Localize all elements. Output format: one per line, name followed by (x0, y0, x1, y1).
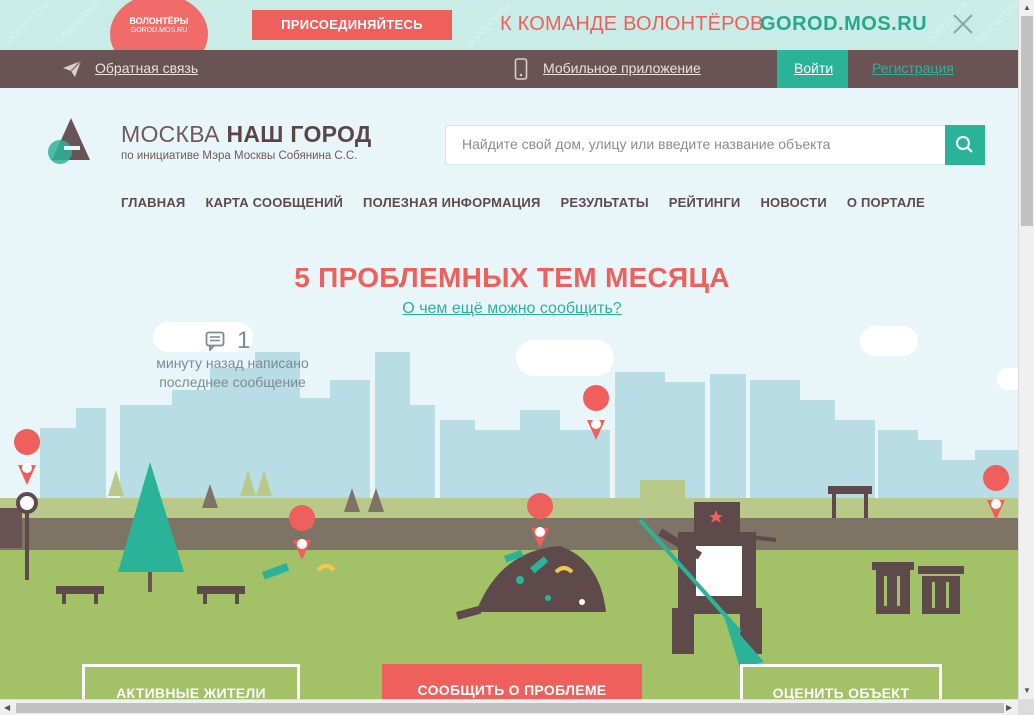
search-box (445, 125, 985, 165)
scroll-right-icon[interactable]: ▶ (1006, 703, 1012, 712)
site-subtitle: по инициативе Мэра Москвы Собянина С.С. (121, 150, 358, 162)
mobile-app-link[interactable]: Мобильное приложение (543, 60, 701, 76)
nav-item-useful-info[interactable]: ПОЛЕЗНАЯ ИНФОРМАЦИЯ (363, 195, 540, 210)
message-icon (205, 331, 225, 351)
horizontal-scrollbar[interactable]: ◀ ▶ (0, 699, 1018, 715)
svg-text:ВОЛОНТЁРЫ: ВОЛОНТЁРЫ (4, 0, 52, 45)
search-icon (956, 136, 973, 153)
close-icon[interactable] (950, 11, 976, 37)
moscow-logo-icon[interactable] (46, 116, 96, 164)
scroll-left-icon[interactable]: ◀ (4, 703, 10, 712)
message-timestamp-text: минуту назад написано последнее сообщени… (156, 355, 309, 390)
nav-item-message-map[interactable]: КАРТА СООБЩЕНИЙ (205, 195, 343, 210)
nav-item-ratings[interactable]: РЕЙТИНГИ (669, 195, 741, 210)
badge-line1: ВОЛОНТЁРЫ (129, 16, 189, 26)
volunteer-banner[interactable]: ВОЛОНТЁРЫ GOROD.MOS.RU ВОЛОНТЁРЫ GOROD.M… (0, 0, 1018, 50)
message-count: 1 (237, 327, 251, 354)
what-else-link[interactable]: О чем ещё можно сообщить? (0, 300, 1024, 318)
site-title[interactable]: МОСКВА НАШ ГОРОД (121, 121, 372, 148)
feedback-link[interactable]: Обратная связь (95, 60, 198, 76)
search-input[interactable] (462, 136, 942, 152)
search-button[interactable] (945, 125, 985, 165)
nav-item-about[interactable]: О ПОРТАЛЕ (847, 195, 925, 210)
scroll-up-icon[interactable]: ▲ (1023, 3, 1031, 12)
login-label[interactable]: Войти (794, 60, 833, 76)
svg-text:ВОЛОНТЁРЫ: ВОЛОНТЁРЫ (974, 0, 1018, 45)
banner-site[interactable]: GOROD.MOS.RU (760, 13, 927, 36)
badge-line2: GOROD.MOS.RU (130, 27, 188, 34)
paper-plane-icon (63, 60, 82, 77)
main-nav: ГЛАВНАЯ КАРТА СООБЩЕНИЙ ПОЛЕЗНАЯ ИНФОРМА… (121, 195, 945, 210)
page: ВОЛОНТЁРЫ GOROD.MOS.RU ВОЛОНТЁРЫ GOROD.M… (0, 0, 1034, 715)
register-link[interactable]: Регистрация (872, 60, 954, 76)
nav-item-news[interactable]: НОВОСТИ (760, 195, 826, 210)
svg-text:GOROD.MOS.RU: GOROD.MOS.RU (54, 0, 112, 45)
nav-item-results[interactable]: РЕЗУЛЬТАТЫ (561, 195, 649, 210)
site-title-bold: НАШ ГОРОД (226, 121, 372, 147)
top-bar: Обратная связь Мобильное приложение Войт… (0, 50, 1018, 88)
mobile-phone-icon (514, 58, 528, 80)
vertical-scrollbar[interactable]: ▲ ▼ (1018, 0, 1034, 699)
join-button[interactable]: ПРИСОЕДИНЯЙТЕСЬ (252, 10, 452, 40)
banner-text: К КОМАНДЕ ВОЛОНТЁРОВ (500, 13, 764, 35)
site-title-light: МОСКВА (121, 121, 220, 147)
vertical-scroll-thumb[interactable] (1021, 16, 1033, 226)
scroll-down-icon[interactable]: ▼ (1023, 686, 1031, 695)
page-title: 5 ПРОБЛЕМНЫХ ТЕМ МЕСЯЦА (294, 262, 730, 293)
login-button[interactable]: Войти (777, 50, 848, 88)
scrollbar-corner (1018, 699, 1034, 715)
nav-item-home[interactable]: ГЛАВНАЯ (121, 195, 185, 210)
volunteer-logo: ВОЛОНТЁРЫ GOROD.MOS.RU (110, 0, 208, 50)
horizontal-scroll-thumb[interactable] (16, 703, 1004, 713)
